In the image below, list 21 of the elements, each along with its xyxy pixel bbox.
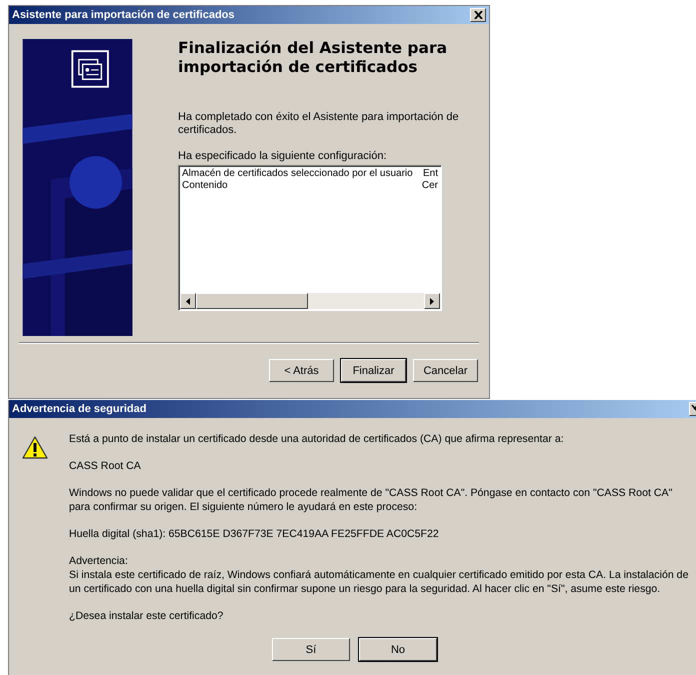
dialog-button[interactable]: No (359, 638, 437, 661)
dialog-button[interactable]: Finalizar (341, 359, 406, 382)
warning-text: Está a punto de instalar un certificado desde una autoridad de certificados (CA) que afirma representar a: (69, 432, 565, 446)
setting-name: Contenido (182, 180, 228, 192)
setting-value: Ent (422, 168, 438, 180)
settings-list[interactable]: Almacén de certificados seleccionado por el usuario Ent Contenido Cer (178, 165, 442, 311)
window-title: Advertencia de seguridad (12, 403, 148, 415)
setting-value: Cer (422, 180, 438, 192)
setting-name: Almacén de certificados seleccionado por el usuario (182, 168, 413, 180)
dialog-button[interactable]: Sí (272, 638, 350, 661)
dialog-button[interactable]: Cancelar (413, 359, 478, 382)
warning-text: CASS Root CA (69, 459, 142, 473)
warning-text: ¿Desea instalar este certificado? (69, 609, 224, 623)
window-title: Asistente para importación de certificados (12, 9, 236, 21)
wizard-heading: Finalización del Asistente para importación de certificados (178, 39, 448, 77)
warning-text: Advertencia: Si instala este certificado de raíz, Windows confiará automáticamente en cualquier certificado emitido por esta CA. La instalación de un certificado con una huella digital sin confirmar supone un riesgo para la seguridad. Al hacer clic en "Sí", asume este riesgo. (69, 554, 688, 596)
dialog-button[interactable]: < Atrás (269, 359, 334, 382)
warning-text: Huella digital (sha1): 65BC615E D367F73E 7EC419AA FE25FFDE AC0C5F22 (69, 527, 440, 541)
warning-text: Windows no puede validar que el certificado procede realmente de "CASS Root CA". Póngase en contacto con "CASS Root CA" para confirmar su origen. El siguiente número le ayudará en este proceso: (69, 486, 674, 514)
list-label: Ha especificado la siguiente configuración: (178, 150, 388, 162)
completion-message: Ha completado con éxito el Asistente para importación de certificados. (178, 111, 459, 137)
